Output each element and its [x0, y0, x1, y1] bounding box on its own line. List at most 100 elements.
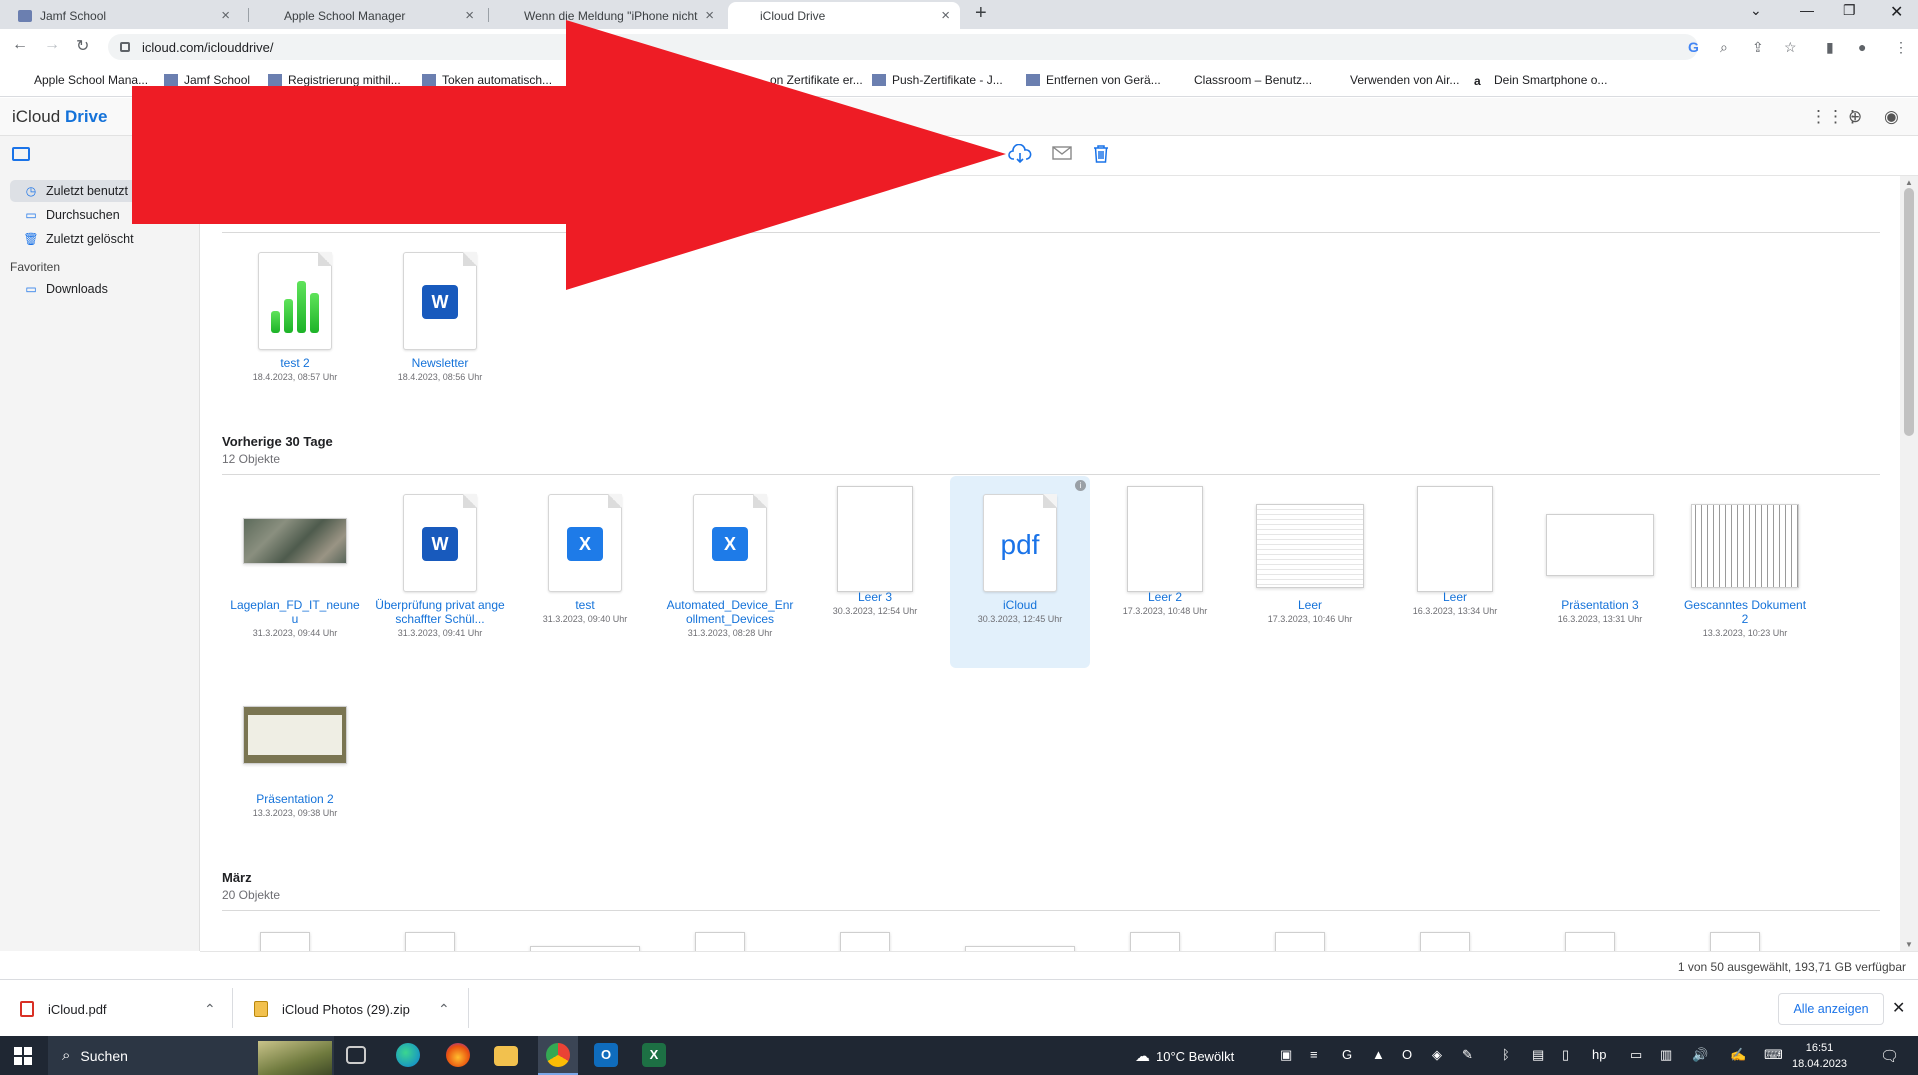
- bookmark-item[interactable]: a Dein Smartphone o...: [1474, 73, 1607, 88]
- sidebar-item-zuletzt-benutzt[interactable]: ◷ Zuletzt benutzt: [10, 180, 192, 202]
- side-panel-icon[interactable]: ▮: [1826, 39, 1834, 56]
- hp-icon[interactable]: hp: [1592, 1047, 1606, 1062]
- trash-icon[interactable]: [1092, 144, 1110, 170]
- file-item[interactable]: W Überprüfung privat angeschaffter Schül…: [370, 494, 510, 638]
- sidebar-item-durchsuchen[interactable]: ▭ Durchsuchen: [10, 204, 192, 226]
- outlook-icon[interactable]: O: [594, 1043, 618, 1067]
- bookmark-item[interactable]: ...on Zertifikate er...: [760, 73, 863, 87]
- minimize-icon[interactable]: —: [1800, 2, 1814, 18]
- file-item[interactable]: Leer 17.3.2023, 10:46 Uhr: [1240, 494, 1380, 624]
- tray-app-icon[interactable]: ≡: [1310, 1047, 1318, 1062]
- firefox-icon[interactable]: [446, 1043, 470, 1067]
- close-shelf-icon[interactable]: ✕: [1892, 998, 1905, 1018]
- tab-apple-school-manager[interactable]: Apple School Manager ×: [252, 2, 484, 29]
- tray-app-icon[interactable]: G: [1342, 1047, 1352, 1062]
- vertical-scrollbar[interactable]: ▲ ▼: [1900, 176, 1918, 951]
- file-item[interactable]: Präsentation 2 13.3.2023, 09:38 Uhr: [225, 688, 365, 818]
- omnibox[interactable]: icloud.com/iclouddrive/: [108, 34, 1698, 60]
- tray-app-icon[interactable]: ▲: [1372, 1047, 1385, 1062]
- bookmark-item[interactable]: Verwenden von Air...: [1330, 73, 1459, 87]
- mail-icon[interactable]: [1052, 144, 1072, 167]
- tab-jamf-school[interactable]: Jamf School ×: [8, 2, 240, 29]
- file-item-selected[interactable]: i pdf iCloud 30.3.2023, 12:45 Uhr: [950, 476, 1090, 668]
- bookmark-item[interactable]: Registrierung mithil...: [268, 73, 401, 87]
- new-tab-button[interactable]: +: [975, 2, 987, 25]
- google-icon[interactable]: G: [1688, 39, 1699, 55]
- app-title[interactable]: iCloud Drive: [12, 107, 107, 127]
- excel-icon[interactable]: X: [642, 1043, 666, 1067]
- bookmark-item[interactable]: Jamf School: [164, 73, 250, 87]
- clock[interactable]: 16:51 18.04.2023: [1792, 1040, 1847, 1072]
- pen-icon[interactable]: ✍: [1730, 1047, 1746, 1063]
- edge-icon[interactable]: [396, 1043, 420, 1067]
- volume-icon[interactable]: 🔊: [1692, 1047, 1708, 1063]
- scroll-up-icon[interactable]: ▲: [1905, 178, 1913, 187]
- bookmark-item[interactable]: Token automatisch...: [422, 73, 552, 87]
- file-item[interactable]: test 2 18.4.2023, 08:57 Uhr: [225, 252, 365, 382]
- forward-arrow-icon[interactable]: →: [44, 36, 60, 54]
- tab-wenn-die-meldung[interactable]: Wenn die Meldung "iPhone nicht ×: [492, 2, 724, 29]
- bookmark-item[interactable]: Apple School Mana...: [14, 73, 148, 87]
- close-icon[interactable]: ×: [221, 7, 230, 24]
- file-item[interactable]: Leer 2 17.3.2023, 10:48 Uhr: [1095, 486, 1235, 616]
- add-circle-icon[interactable]: ⊕: [1848, 107, 1862, 127]
- battery-icon[interactable]: ▭: [1630, 1047, 1642, 1063]
- reload-icon[interactable]: ↻: [76, 36, 89, 56]
- tray-app-icon[interactable]: ✎: [1462, 1047, 1473, 1063]
- info-icon[interactable]: i: [1075, 480, 1086, 491]
- download-options-chevron-icon[interactable]: ⌃: [438, 994, 450, 1024]
- close-icon[interactable]: ×: [941, 7, 950, 24]
- file-item[interactable]: X test 31.3.2023, 09:40 Uhr: [515, 494, 655, 624]
- file-item[interactable]: Lageplan_FD_IT_neuneu 31.3.2023, 09:44 U…: [225, 494, 365, 638]
- tray-app-icon[interactable]: ▯: [1562, 1047, 1569, 1063]
- file-item[interactable]: X Automated_Device_Enrollment_Devices 31…: [660, 494, 800, 638]
- file-item[interactable]: Leer 3 30.3.2023, 12:54 Uhr: [805, 486, 945, 616]
- scrollbar-thumb[interactable]: [1904, 188, 1914, 436]
- download-item-icloud-photos-zip[interactable]: iCloud Photos (29).zip: [254, 994, 410, 1024]
- sidebar-item-label: Durchsuchen: [46, 208, 120, 222]
- scroll-down-icon[interactable]: ▼: [1905, 940, 1913, 949]
- maximize-icon[interactable]: ❐: [1843, 2, 1856, 19]
- download-cloud-icon[interactable]: [1008, 143, 1032, 170]
- taskbar-search[interactable]: ⌕ Suchen: [48, 1036, 334, 1075]
- download-item-icloud-pdf[interactable]: iCloud.pdf: [20, 994, 107, 1024]
- bookmark-item[interactable]: Push-Zertifikate - J...: [872, 73, 1003, 87]
- sidebar-item-downloads[interactable]: ▭ Downloads: [10, 278, 192, 300]
- bookmark-star-icon[interactable]: ☆: [1784, 39, 1797, 56]
- chrome-taskbar-active[interactable]: [538, 1036, 578, 1075]
- keyboard-icon[interactable]: ⌨: [1764, 1047, 1783, 1063]
- file-item[interactable]: Leer 16.3.2023, 13:34 Uhr: [1385, 486, 1525, 616]
- zoom-icon[interactable]: ⌕: [1720, 39, 1728, 56]
- show-all-downloads-button[interactable]: Alle anzeigen: [1778, 993, 1884, 1025]
- share-icon[interactable]: ⇪: [1752, 39, 1764, 56]
- file-item[interactable]: Gescanntes Dokument 2 13.3.2023, 10:23 U…: [1675, 494, 1815, 638]
- tray-app-icon[interactable]: ◈: [1432, 1047, 1442, 1063]
- menu-dots-icon[interactable]: ⋮: [1894, 39, 1908, 56]
- close-icon[interactable]: ×: [465, 7, 474, 24]
- file-date: 18.4.2023, 08:57 Uhr: [252, 372, 338, 382]
- account-icon[interactable]: ◉: [1884, 107, 1899, 127]
- notifications-icon[interactable]: 🗨: [1880, 1047, 1899, 1065]
- bookmark-item[interactable]: Entfernen von Gerä...: [1026, 73, 1161, 87]
- file-item[interactable]: W Newsletter 18.4.2023, 08:56 Uhr: [370, 252, 510, 382]
- sidebar-toggle-icon[interactable]: [12, 147, 30, 161]
- close-icon[interactable]: ×: [705, 7, 714, 24]
- tray-app-icon[interactable]: ▤: [1532, 1047, 1544, 1063]
- tab-search-icon[interactable]: ⌄: [1750, 2, 1762, 19]
- sidebar-item-zuletzt-geloescht[interactable]: 🗑 Zuletzt gelöscht: [10, 228, 192, 250]
- tab-icloud-drive[interactable]: iCloud Drive ×: [728, 2, 960, 29]
- file-explorer-icon[interactable]: [494, 1046, 518, 1066]
- profile-icon[interactable]: ●: [1858, 39, 1866, 55]
- back-arrow-icon[interactable]: ←: [12, 36, 28, 54]
- download-options-chevron-icon[interactable]: ⌃: [204, 994, 216, 1024]
- bookmark-item[interactable]: Classroom – Benutz...: [1174, 73, 1312, 87]
- tray-app-icon[interactable]: O: [1402, 1047, 1412, 1062]
- tray-app-icon[interactable]: ▣: [1280, 1047, 1292, 1063]
- task-view-icon[interactable]: [346, 1046, 366, 1064]
- file-item[interactable]: Präsentation 3 16.3.2023, 13:31 Uhr: [1530, 494, 1670, 624]
- bluetooth-icon[interactable]: ᛒ: [1502, 1047, 1510, 1062]
- window-close-icon[interactable]: ✕: [1890, 2, 1903, 22]
- weather-widget[interactable]: ☁ 10°C Bewölkt: [1135, 1047, 1234, 1065]
- windows-start-icon[interactable]: [14, 1047, 32, 1065]
- network-icon[interactable]: ▥: [1660, 1047, 1672, 1063]
